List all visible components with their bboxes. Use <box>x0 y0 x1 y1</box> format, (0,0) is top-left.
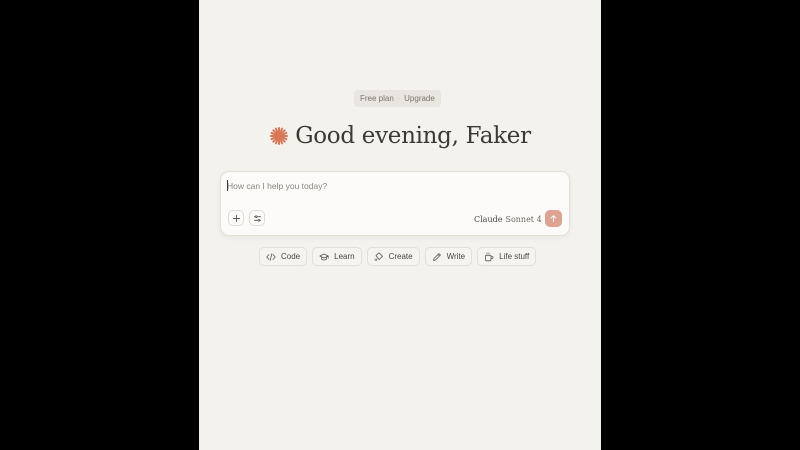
chip-label: Life stuff <box>499 252 530 261</box>
paint-bucket-icon <box>374 251 383 261</box>
pencil-icon <box>432 252 441 261</box>
sliders-icon <box>253 214 261 222</box>
claude-burst-icon <box>269 126 289 146</box>
code-icon <box>266 252 276 261</box>
prompt-chips: Code Learn Create Write Life stuff <box>259 247 537 266</box>
attach-button[interactable] <box>228 210 244 226</box>
plan-label: Free plan <box>360 94 394 103</box>
message-input[interactable] <box>227 178 547 194</box>
chip-label: Learn <box>334 252 355 261</box>
send-button[interactable] <box>545 210 562 227</box>
app-window: Free plan · Upgrade Good evening, Faker <box>199 0 601 450</box>
graduation-cap-icon <box>319 253 329 260</box>
chip-create[interactable]: Create <box>366 247 420 266</box>
chip-code[interactable]: Code <box>259 247 308 266</box>
text-caret <box>227 180 228 191</box>
model-brand: Claude <box>474 214 503 224</box>
chip-life-stuff[interactable]: Life stuff <box>477 247 537 266</box>
chip-label: Write <box>446 252 466 261</box>
greeting-text: Good evening, Faker <box>295 123 531 149</box>
coffee-cup-icon <box>485 252 494 261</box>
upgrade-link[interactable]: Upgrade <box>404 94 435 103</box>
chip-write[interactable]: Write <box>424 247 473 266</box>
model-selector[interactable]: Claude Sonnet 4 <box>474 213 551 225</box>
plan-separator: · <box>397 95 401 102</box>
plus-icon <box>232 214 240 222</box>
chip-label: Code <box>281 252 301 261</box>
chip-learn[interactable]: Learn <box>312 247 362 266</box>
chip-label: Create <box>388 252 413 261</box>
plan-badge: Free plan · Upgrade <box>354 90 441 107</box>
arrow-up-icon <box>550 215 557 223</box>
tools-button[interactable] <box>249 210 265 226</box>
model-version: Sonnet 4 <box>505 214 542 224</box>
chat-composer: Claude Sonnet 4 <box>220 171 570 236</box>
greeting: Good evening, Faker <box>199 120 601 152</box>
